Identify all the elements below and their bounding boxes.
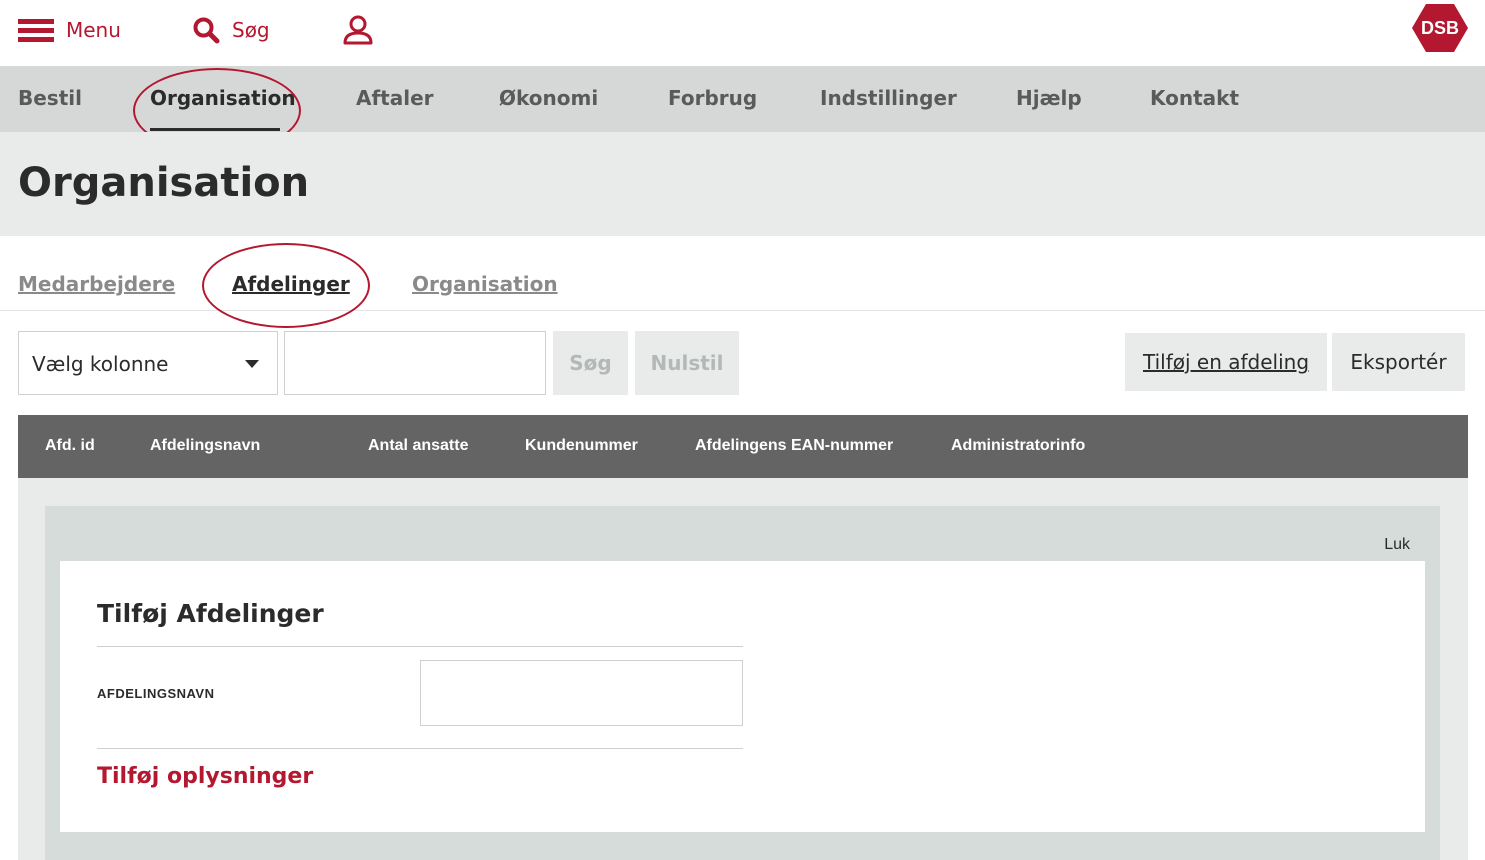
department-name-input[interactable]: [420, 660, 743, 726]
department-name-label: AFDELINGSNAVN: [97, 686, 215, 701]
column-header-administratorinfo[interactable]: Administratorinfo: [951, 437, 1085, 455]
add-department-button[interactable]: Tilføj en afdeling: [1125, 333, 1327, 391]
nav-item-aftaler[interactable]: Aftaler: [356, 86, 434, 110]
search-input[interactable]: [284, 331, 546, 395]
search-label: Søg: [232, 18, 270, 42]
sub-tabs: Medarbejdere Afdelinger Organisation: [0, 236, 1485, 311]
tab-organisation[interactable]: Organisation: [412, 272, 558, 296]
user-icon: [343, 15, 373, 45]
divider: [97, 646, 743, 647]
column-select[interactable]: Vælg kolonne: [18, 331, 278, 395]
divider: [97, 748, 743, 749]
logo-text: DSB: [1420, 17, 1459, 38]
caret-down-icon: [245, 360, 259, 368]
tab-afdelinger[interactable]: Afdelinger: [232, 272, 350, 296]
column-select-value: Vælg kolonne: [32, 352, 169, 376]
page-header: Organisation: [0, 132, 1485, 236]
nav-item-hjaelp[interactable]: Hjælp: [1016, 86, 1082, 110]
nav-item-bestil[interactable]: Bestil: [18, 86, 82, 110]
tab-medarbejdere[interactable]: Medarbejdere: [18, 272, 175, 296]
menu-button[interactable]: Menu: [18, 14, 121, 46]
add-info-link[interactable]: Tilføj oplysninger: [97, 764, 313, 789]
search-submit-button[interactable]: Søg: [553, 331, 628, 395]
column-header-afd-id[interactable]: Afd. id: [45, 437, 95, 455]
nav-item-organisation[interactable]: Organisation: [150, 86, 296, 110]
column-header-ean[interactable]: Afdelingens EAN-nummer: [695, 437, 893, 455]
top-bar: Menu Søg DSB: [0, 0, 1485, 66]
page-title: Organisation: [18, 160, 310, 206]
column-header-kundenummer[interactable]: Kundenummer: [525, 437, 638, 455]
close-panel-link[interactable]: Luk: [1384, 536, 1410, 554]
nav-item-kontakt[interactable]: Kontakt: [1150, 86, 1239, 110]
user-button[interactable]: [342, 14, 374, 46]
main-nav: Bestil Organisation Aftaler Økonomi Forb…: [0, 66, 1485, 132]
add-department-form: Tilføj Afdelinger AFDELINGSNAVN Tilføj o…: [60, 561, 1425, 832]
column-header-antal-ansatte[interactable]: Antal ansatte: [368, 437, 468, 455]
search-icon: [193, 17, 220, 44]
column-header-afdelingsnavn[interactable]: Afdelingsnavn: [150, 437, 260, 455]
dsb-logo[interactable]: DSB: [1412, 4, 1468, 52]
export-button[interactable]: Eksportér: [1332, 333, 1465, 391]
add-department-panel: Luk Tilføj Afdelinger AFDELINGSNAVN Tilf…: [45, 506, 1440, 860]
nav-item-okonomi[interactable]: Økonomi: [499, 86, 598, 110]
search-button[interactable]: Søg: [192, 14, 270, 46]
nav-active-underline: [150, 128, 280, 131]
panel-title: Tilføj Afdelinger: [97, 599, 324, 628]
reset-button[interactable]: Nulstil: [635, 331, 739, 395]
nav-item-forbrug[interactable]: Forbrug: [668, 86, 757, 110]
nav-item-indstillinger[interactable]: Indstillinger: [820, 86, 957, 110]
hamburger-icon: [18, 17, 54, 43]
menu-label: Menu: [66, 18, 121, 42]
table-header: Afd. id Afdelingsnavn Antal ansatte Kund…: [18, 415, 1468, 478]
